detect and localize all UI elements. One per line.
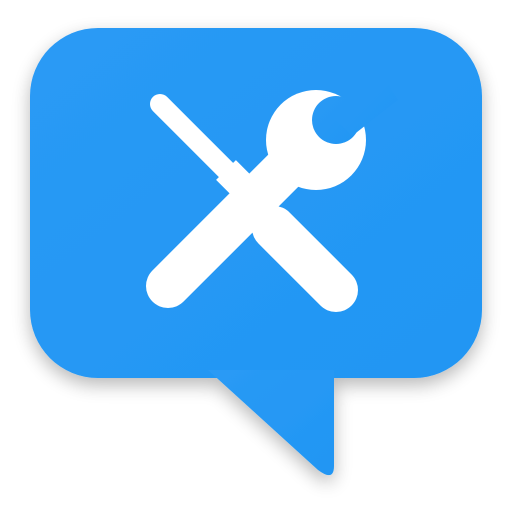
app-icon-canvas bbox=[0, 0, 512, 512]
speech-bubble-icon bbox=[30, 28, 482, 476]
support-tools-chat-icon bbox=[30, 28, 482, 476]
